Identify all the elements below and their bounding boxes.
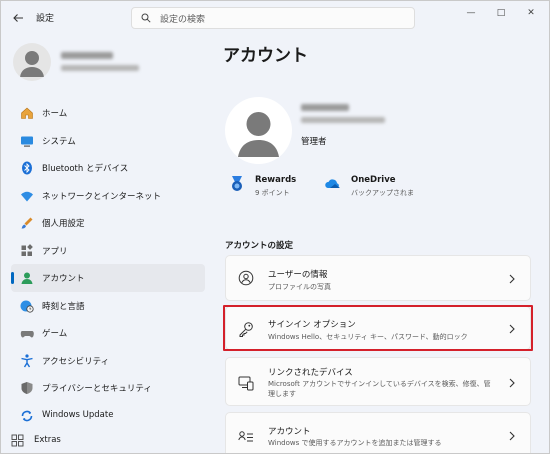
user-info-icon (238, 270, 254, 286)
extras-label: Extras (34, 435, 61, 445)
chevron-right-icon (509, 324, 515, 334)
back-button[interactable] (9, 9, 27, 27)
title-bar: 設定 設定の検索 — □ ✕ (1, 1, 549, 35)
wifi-icon (21, 191, 33, 201)
account-avatar[interactable] (225, 97, 292, 164)
sidebar-item-extras[interactable]: Extras (11, 431, 205, 451)
linked-devices-card[interactable]: リンクされたデバイス Microsoft アカウントでサインインしているデバイス… (225, 357, 531, 406)
user-info-subtitle: プロファイルの写真 (268, 283, 331, 291)
search-icon (141, 13, 151, 23)
system-icon (21, 136, 33, 147)
globe-clock-icon (20, 300, 34, 313)
brush-icon (21, 217, 33, 229)
rewards-icon (232, 176, 242, 191)
accounts-card[interactable]: アカウント Windows で使用するアカウントを追加または管理する (225, 412, 531, 453)
extras-grid-icon (11, 434, 24, 447)
chevron-right-icon (509, 378, 515, 388)
section-heading: アカウントの設定 (225, 241, 294, 251)
linked-devices-icon (238, 376, 254, 391)
sidebar-item-home[interactable]: ホーム (11, 99, 205, 127)
linked-devices-title: リンクされたデバイス (268, 368, 353, 378)
sidebar-item-accessibility[interactable]: アクセシビリティ (11, 347, 205, 375)
sidebar-item-network[interactable]: ネットワークとインターネット (11, 182, 205, 210)
update-icon (21, 410, 33, 421)
settings-window: 設定 設定の検索 — □ ✕ ホーム システム Bluetooth とデバイス … (0, 0, 550, 454)
sign-in-options-subtitle: Windows Hello、セキュリティ キー、パスワード、動的ロック (268, 333, 468, 341)
key-icon (239, 322, 253, 337)
chevron-right-icon (509, 274, 515, 284)
accounts-subtitle: Windows で使用するアカウントを追加または管理する (268, 439, 442, 447)
profile-email-redacted (61, 65, 139, 71)
page-title: アカウント (223, 46, 308, 66)
sidebar-item-system[interactable]: システム (11, 127, 205, 155)
sidebar-item-windows-update[interactable]: Windows Update (11, 402, 205, 430)
search-input[interactable]: 設定の検索 (131, 7, 415, 29)
onedrive-icon (325, 179, 340, 188)
sidebar-item-gaming[interactable]: ゲーム (11, 319, 205, 347)
sidebar-item-apps[interactable]: アプリ (11, 237, 205, 265)
account-role: 管理者 (301, 137, 327, 147)
profile-name-redacted (61, 52, 113, 59)
user-silhouette-icon (238, 112, 279, 157)
account-name-redacted (301, 104, 349, 111)
bluetooth-icon (22, 161, 32, 175)
sign-in-options-card[interactable]: サインイン オプション Windows Hello、セキュリティ キー、パスワー… (225, 306, 531, 350)
user-silhouette-icon (20, 51, 44, 77)
sidebar-item-personalization[interactable]: 個人用設定 (11, 209, 205, 237)
account-email-redacted (301, 117, 385, 123)
user-info-title: ユーザーの情報 (268, 270, 328, 280)
search-placeholder: 設定の検索 (160, 15, 206, 25)
sidebar-item-time-language[interactable]: 時刻と言語 (11, 292, 205, 320)
sidebar-item-privacy[interactable]: プライバシーとセキュリティ (11, 374, 205, 402)
shield-icon (21, 382, 33, 394)
sidebar-item-bluetooth[interactable]: Bluetooth とデバイス (11, 154, 205, 182)
close-button[interactable]: ✕ (517, 6, 545, 20)
accounts-list-icon (238, 431, 253, 442)
back-arrow-icon (13, 14, 23, 22)
gamepad-icon (20, 331, 34, 338)
app-title: 設定 (36, 14, 55, 24)
home-icon (21, 107, 33, 119)
apps-icon (21, 243, 33, 256)
accounts-title: アカウント (268, 427, 311, 437)
minimize-button[interactable]: — (457, 6, 485, 20)
sidebar-item-accounts[interactable]: アカウント (11, 264, 205, 292)
avatar[interactable] (13, 43, 51, 81)
maximize-button[interactable]: □ (487, 6, 515, 20)
sidebar-nav: ホーム システム Bluetooth とデバイス ネットワークとインターネット (11, 99, 205, 429)
accessibility-icon (21, 353, 33, 367)
linked-devices-subtitle: Microsoft アカウントでサインインしているデバイスを検索、修復、管理しま… (268, 380, 491, 398)
sign-in-options-title: サインイン オプション (268, 320, 356, 330)
account-icon (21, 272, 33, 284)
user-info-card[interactable]: ユーザーの情報 プロファイルの写真 (225, 255, 531, 301)
chevron-right-icon (509, 431, 515, 441)
